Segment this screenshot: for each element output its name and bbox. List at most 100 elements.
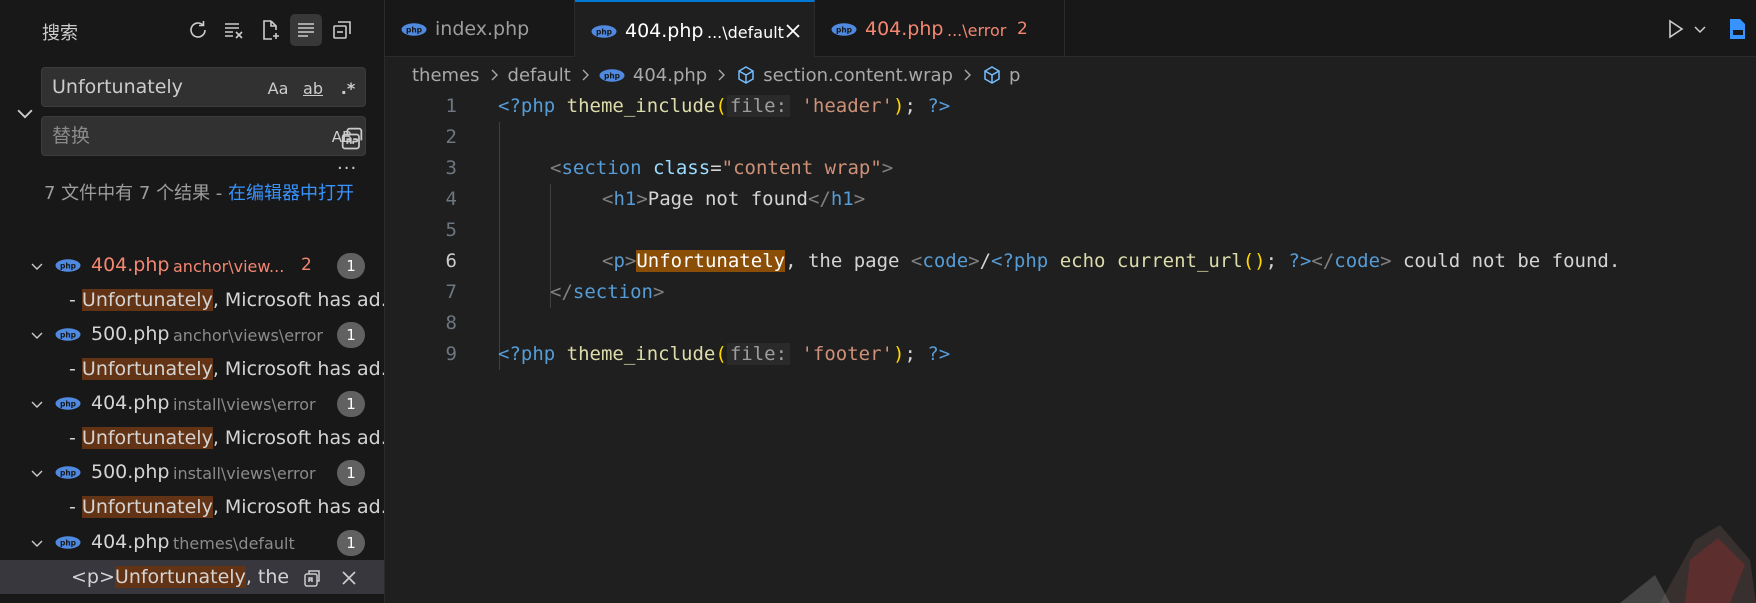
result-file-row[interactable]: php 404.php anchor\view... 2 1 [0,248,384,282]
search-title: 搜索 [42,23,78,44]
search-match-highlight: Unfortunately [636,250,786,272]
list-view-icon [298,23,314,37]
match-case-toggle[interactable]: Aa [265,76,291,100]
code-line: 7 </section> [385,277,1756,308]
result-file-name: 500.php [91,323,170,345]
match-count-badge: 1 [337,391,365,417]
result-file-path: anchor\views\error [173,326,323,345]
result-file-name: 404.php [91,254,170,276]
line-number: 2 [445,126,457,148]
match-prefix: - [69,496,82,518]
match-count-badge: 1 [337,530,365,556]
tab-404-error[interactable]: php 404.php ...\error 2 [815,0,1065,57]
php-file-icon: php [599,68,625,82]
more-options-button[interactable]: ··· [337,158,357,179]
match-rest: , Microsoft has ad... [212,496,384,518]
tab-description: ...\error [947,21,1007,40]
new-file-icon [263,20,279,40]
match-rest: , Microsoft has ad... [212,427,384,449]
tab-bar: php index.php php 404.php ...\default ph… [385,0,1756,58]
close-icon[interactable] [783,21,803,41]
line-number: 8 [445,312,457,334]
match-count-badge: 1 [337,253,365,279]
run-icon[interactable] [1662,16,1688,42]
result-file-name: 404.php [91,392,170,414]
result-file-row[interactable]: php 404.php themes\default 1 [0,525,384,559]
collapse-all-button[interactable] [326,14,358,46]
tab-description: ...\default [707,23,784,42]
chevron-right-icon [582,69,589,81]
view-as-tree-button[interactable] [290,14,322,46]
new-search-editor-button[interactable] [254,14,286,46]
replace-field: AB [41,116,366,156]
code-line: 9 <?php theme_include(file: 'footer'); ?… [385,339,1756,370]
match-count-badge: 1 [337,322,365,348]
dismiss-icon[interactable] [337,566,361,590]
collapse-all-icon [333,21,351,39]
php-file-icon: php [831,23,857,36]
replace-input[interactable] [52,117,262,155]
line-number: 3 [445,157,457,179]
chevron-down-icon [31,263,43,270]
parameter-hint: file: [726,95,791,117]
replace-icon[interactable] [300,566,324,590]
result-file-path: anchor\view... [173,257,285,276]
match-whole-word-toggle[interactable]: ab [296,76,330,100]
chevron-down-icon [31,401,43,408]
search-input[interactable] [52,68,262,106]
breadcrumb-item[interactable]: 404.php [633,65,707,86]
clear-all-icon [225,23,243,39]
result-error-count: 2 [301,255,312,275]
split-editor-icon[interactable] [1725,16,1749,42]
refresh-button[interactable] [182,14,214,46]
match-highlight: Unfortunately [81,427,213,449]
svg-text:php: php [60,468,77,477]
breadcrumb-item[interactable]: p [1009,65,1020,86]
tab-index-php[interactable]: php index.php [385,0,575,57]
result-file-path: install\views\error [173,464,316,483]
svg-text:php: php [60,538,77,547]
code-line: 5 [385,215,1756,246]
match-row[interactable]: - Unfortunately, Microsoft has ad... [0,490,384,524]
open-in-editor-link[interactable]: 在编辑器中打开 [228,183,354,204]
breadcrumb-item[interactable]: default [508,65,571,86]
code-line-current: 6 <p>Unfortunately, the page <code>/<?ph… [385,246,1756,277]
match-row[interactable]: - Unfortunately, Microsoft has ad... [0,283,384,317]
replace-all-icon[interactable] [338,124,366,152]
chevron-down-icon[interactable] [1691,16,1709,42]
chevron-down-icon [31,470,43,477]
result-file-row[interactable]: php 500.php install\views\error 1 [0,455,384,489]
use-regex-toggle[interactable]: .* [334,76,362,100]
code-line: 1 <?php theme_include(file: 'header'); ?… [385,91,1756,122]
element-cube-icon [738,66,754,84]
result-file-row[interactable]: php 500.php anchor\views\error 1 [0,317,384,351]
breadcrumb: themes default php 404.php section.conte… [412,62,1020,88]
match-row[interactable]: - Unfortunately, Microsoft has ad... [0,352,384,386]
editor-area: php index.php php 404.php ...\default ph… [385,0,1756,603]
result-file-row[interactable]: php 404.php install\views\error 1 [0,386,384,420]
tab-404-default[interactable]: php 404.php ...\default [575,0,815,58]
match-row[interactable]: - Unfortunately, Microsoft has ad... [0,421,384,455]
chevron-down-icon [31,332,43,339]
chevron-right-icon [491,69,498,81]
svg-text:php: php [596,27,613,36]
match-count-badge: 1 [337,460,365,486]
code-line: 3 <section class="content wrap"> [385,153,1756,184]
search-header: 搜索 [0,0,385,62]
php-file-icon: php [55,259,81,272]
chevron-right-icon [964,69,971,81]
breadcrumb-item[interactable]: section.content.wrap [763,65,953,86]
php-file-icon: php [591,25,617,38]
svg-text:php: php [604,71,621,80]
php-file-icon: php [401,23,427,36]
chevron-right-icon [718,69,726,81]
mascot-decoration-icon [1620,525,1756,603]
result-file-name: 404.php [91,531,170,553]
toggle-replace-chevron-icon[interactable] [14,102,36,124]
match-highlight: Unfortunately [81,358,213,380]
breadcrumb-item[interactable]: themes [412,65,480,86]
match-row-selected[interactable]: <p>Unfortunately, the... [0,560,384,594]
clear-results-button[interactable] [218,14,250,46]
svg-text:php: php [60,330,77,339]
result-count-text: 7 文件中有 7 个结果 - [44,183,229,204]
